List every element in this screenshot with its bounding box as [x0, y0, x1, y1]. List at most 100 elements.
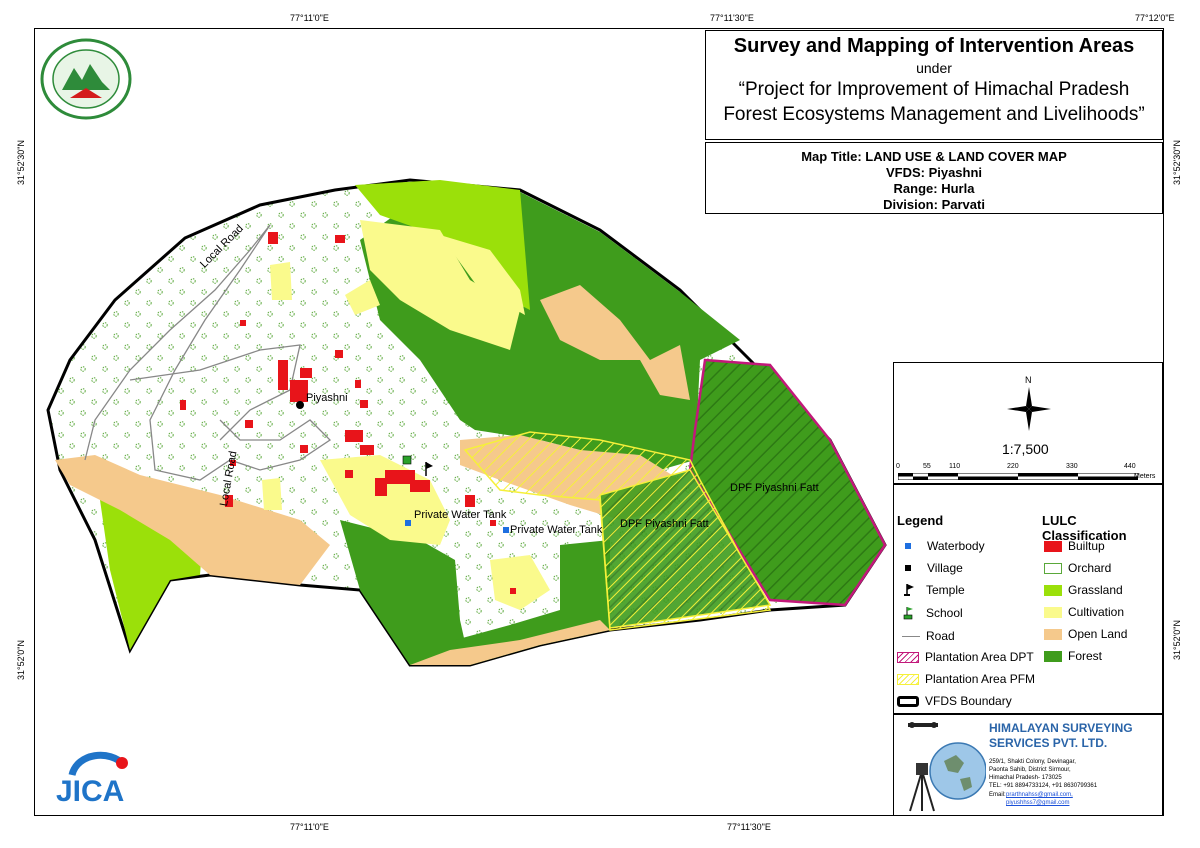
waterbody-point-2: [503, 527, 509, 533]
waterbody-point-1: [405, 520, 411, 526]
label-dpf-1: DPF Piyashni Fatt: [620, 518, 709, 530]
cultivation-small-1: [270, 262, 292, 300]
label-village-piyashni: Piyashni: [306, 392, 348, 404]
lulc-orchard: Orchard: [1044, 561, 1111, 575]
pfm-swatch: [897, 673, 919, 685]
legend-label: School: [926, 606, 963, 620]
legend-label: Road: [926, 629, 955, 643]
scale-bar: [898, 473, 1138, 480]
scale-tick-330: 330: [1066, 463, 1078, 470]
lulc-label: Open Land: [1068, 627, 1128, 641]
builtup-swatch: [1044, 540, 1062, 552]
lulc-label: Orchard: [1068, 561, 1112, 575]
lulc-cultivation: Cultivation: [1044, 605, 1124, 619]
vfds-name: VFDS: Piyashni: [885, 165, 983, 180]
map-title: Map Title: LAND USE & LAND COVER MAP: [801, 149, 1067, 164]
grassland-swatch: [1044, 584, 1062, 596]
range-name: Range: Hurla: [893, 181, 975, 196]
coord-left-1: 31°52'30"N: [16, 140, 26, 186]
legend-box: Legend LULC Classification Waterbody Vil…: [893, 484, 1163, 714]
scale-ratio: 1:7,500: [1002, 441, 1049, 457]
legend-plantation-dpt: Plantation Area DPT: [897, 650, 1034, 664]
village-icon: [905, 565, 911, 571]
company-address-3: Himachal Pradesh- 173025: [989, 775, 1062, 781]
map-title-box: Map Title: LAND USE & LAND COVER MAP VFD…: [705, 142, 1163, 214]
legend-label: Waterbody: [927, 539, 985, 553]
dpt-swatch: [897, 651, 919, 663]
svg-text:JICA: JICA: [56, 775, 124, 805]
school-flag-icon: [903, 607, 913, 620]
main-title: Survey and Mapping of Intervention Areas: [733, 35, 1135, 57]
scale-tick-0: 0: [896, 463, 900, 470]
legend-village: Village: [902, 561, 963, 575]
legend-label: Village: [927, 561, 963, 575]
forest-department-seal-icon: [40, 38, 132, 120]
company-address-2: Paonta Sahib, District Sirmour,: [989, 767, 1071, 773]
north-arrow-icon: [1007, 387, 1051, 431]
coord-top-2: 77°11'30"E: [710, 13, 754, 23]
company-email-1[interactable]: prarthnahss@gmail.com,: [1006, 792, 1073, 798]
cultivation-small-3: [262, 478, 282, 510]
lulc-builtup: Builtup: [1044, 539, 1105, 553]
scale-tick-220: 220: [1007, 463, 1019, 470]
legend-school: School: [902, 606, 963, 620]
legend-heading: Legend: [897, 513, 944, 528]
company-name-1: HIMALAYAN SURVEYING: [989, 721, 1133, 735]
label-water-tank-2: Private Water Tank: [510, 524, 603, 536]
company-email-label: Email:: [989, 792, 1006, 798]
company-address-1: 259/1, Shakti Colony, Devinagar,: [989, 759, 1076, 765]
project-line-2: Forest Ecosystems Management and Livelih…: [723, 104, 1145, 125]
lulc-label: Cultivation: [1068, 605, 1125, 619]
lulc-openland: Open Land: [1044, 627, 1127, 641]
temple-flag-icon: [904, 584, 914, 596]
coord-right-1: 31°52'30"N: [1172, 140, 1182, 186]
scale-tick-440: 440: [1124, 463, 1136, 470]
legend-label: Temple: [926, 583, 965, 597]
coord-right-2: 31°52'0"N: [1172, 620, 1182, 661]
coord-top-3: 77°12'0"E: [1135, 13, 1175, 23]
scale-unit: Meters: [1134, 473, 1156, 480]
lulc-label: Builtup: [1068, 539, 1105, 553]
survey-tripod-globe-icon: [908, 722, 986, 812]
lulc-label: Grassland: [1068, 583, 1123, 597]
lulc-forest: Forest: [1044, 649, 1102, 663]
vfds-swatch: [897, 695, 919, 707]
waterbody-icon: [905, 543, 911, 549]
coord-bottom-2: 77°11'30"E: [727, 822, 771, 832]
coord-bottom-1: 77°11'0"E: [290, 822, 329, 832]
scale-box: N 1:7,500 0 55 110 220 330 440 Meters: [893, 362, 1163, 484]
coord-top-1: 77°11'0"E: [290, 13, 329, 23]
company-box: HIMALAYAN SURVEYING SERVICES PVT. LTD. 2…: [893, 714, 1163, 816]
forest-swatch: [1044, 650, 1062, 662]
jica-logo-icon: JICA: [56, 751, 128, 805]
division-name: Division: Parvati: [883, 197, 985, 212]
legend-label: VFDS Boundary: [925, 694, 1012, 708]
company-tel: TEL: +91 8894733124, +91 8630799361: [989, 783, 1098, 789]
title-box: Survey and Mapping of Intervention Areas…: [705, 30, 1163, 140]
company-name-2: SERVICES PVT. LTD.: [989, 736, 1108, 750]
openland-swatch: [1044, 628, 1062, 640]
legend-temple: Temple: [902, 583, 965, 597]
lulc-label: Forest: [1068, 649, 1103, 663]
label-water-tank-1: Private Water Tank: [414, 509, 507, 521]
school-icon: [402, 455, 412, 465]
lulc-grassland: Grassland: [1044, 583, 1123, 597]
cultivation-swatch: [1044, 606, 1062, 618]
project-line-1: “Project for Improvement of Himachal Pra…: [738, 79, 1130, 100]
legend-road: Road: [902, 629, 955, 643]
road-line-icon: [902, 635, 920, 637]
label-dpf-2: DPF Piyashni Fatt: [730, 482, 819, 494]
company-email-2[interactable]: piyushhss7@gmail.com: [1006, 800, 1069, 806]
legend-label: Plantation Area DPT: [925, 650, 1034, 664]
orchard-swatch: [1044, 562, 1062, 574]
legend-vfds-boundary: VFDS Boundary: [897, 694, 1012, 708]
coord-left-2: 31°52'0"N: [16, 640, 26, 681]
legend-waterbody: Waterbody: [902, 539, 985, 553]
village-point: [296, 401, 304, 409]
under-text: under: [916, 60, 952, 76]
scale-tick-55: 55: [923, 463, 931, 470]
scale-tick-110: 110: [949, 463, 961, 470]
north-label: N: [1025, 375, 1032, 385]
legend-label: Plantation Area PFM: [925, 672, 1036, 686]
legend-plantation-pfm: Plantation Area PFM: [897, 672, 1035, 686]
